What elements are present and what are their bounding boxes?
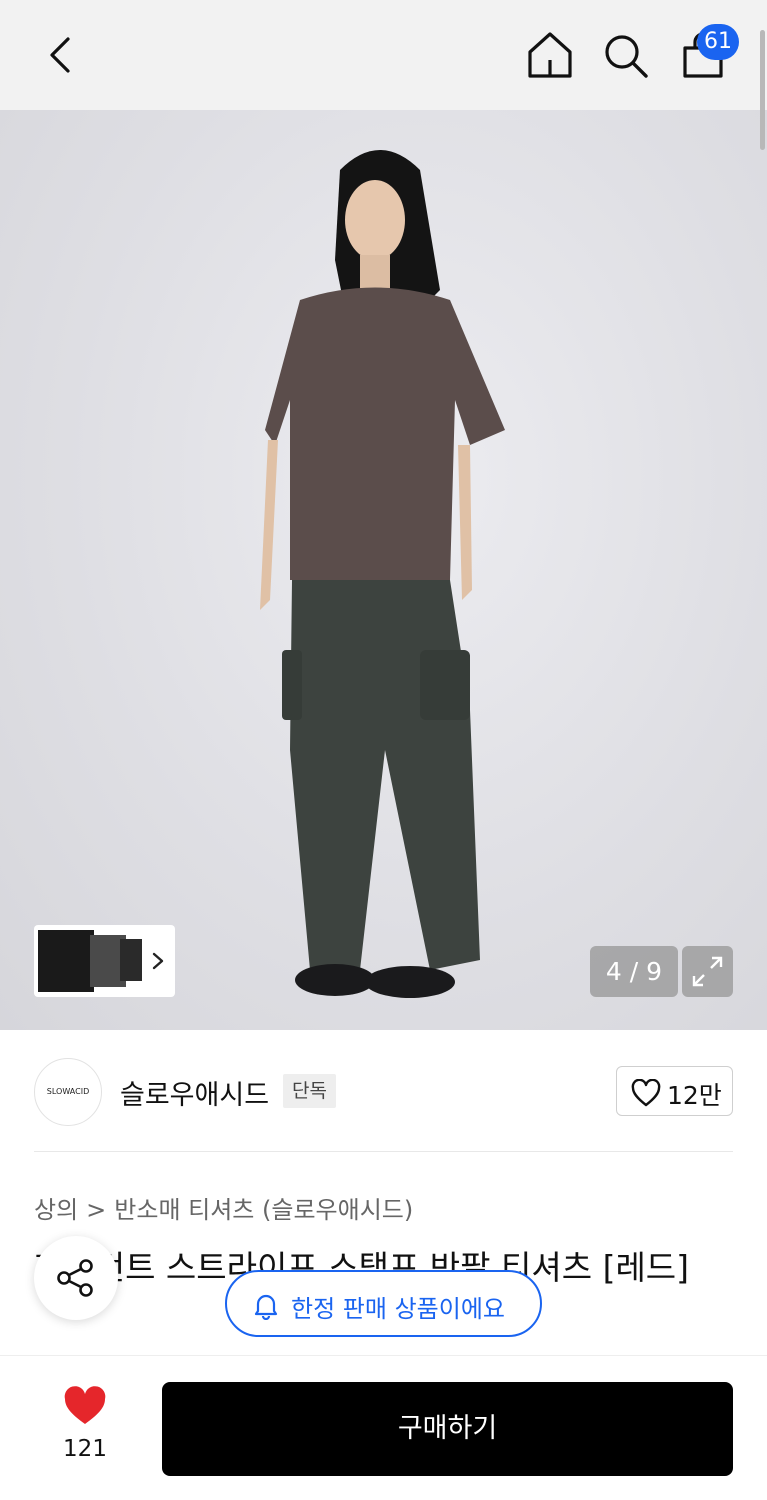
expand-button[interactable]	[682, 946, 733, 997]
cart-count-badge: 61	[697, 24, 739, 60]
heart-filled-icon	[64, 1386, 106, 1424]
breadcrumb-separator: >	[86, 1196, 107, 1224]
limited-sale-text: 한정 판매 상품이에요	[291, 1295, 505, 1323]
limited-sale-badge[interactable]: 한정 판매 상품이에요	[225, 1270, 542, 1337]
breadcrumb-subcategory[interactable]: 반소매 티셔츠 (슬로우애시드)	[114, 1196, 413, 1224]
exclusive-tag: 단독	[283, 1074, 336, 1108]
heart-outline-icon	[631, 1079, 661, 1107]
brand-name[interactable]: 슬로우애시드	[120, 1073, 269, 1112]
brand-like-button[interactable]: 12만	[616, 1066, 733, 1116]
bell-icon	[254, 1294, 278, 1320]
home-button[interactable]	[524, 30, 576, 82]
buy-button[interactable]: 구매하기	[162, 1382, 733, 1476]
back-icon	[50, 37, 70, 73]
wishlist-button[interactable]: 121	[55, 1386, 115, 1466]
brand-like-count: 12만	[667, 1081, 722, 1110]
divider	[34, 1151, 733, 1152]
model-photo	[260, 150, 505, 998]
back-button[interactable]	[40, 33, 84, 77]
bottom-bar: 121 구매하기	[0, 1355, 767, 1500]
chevron-right-icon	[152, 952, 164, 970]
breadcrumb: 상의 > 반소매 티셔츠 (슬로우애시드)	[34, 1190, 413, 1225]
share-icon	[57, 1259, 93, 1297]
top-bar: 61	[0, 0, 767, 110]
thumbnail-image[interactable]	[120, 939, 142, 981]
expand-icon	[692, 956, 723, 987]
search-icon	[605, 35, 648, 78]
scrollbar[interactable]	[760, 30, 765, 150]
home-icon	[528, 32, 572, 78]
search-button[interactable]	[600, 30, 652, 82]
thumbnail-image[interactable]	[38, 930, 94, 992]
thumbnail-strip[interactable]	[34, 925, 175, 997]
brand-logo[interactable]: SLOWACID	[34, 1058, 102, 1126]
breadcrumb-category[interactable]: 상의	[34, 1196, 78, 1224]
image-counter: 4 / 9	[590, 946, 678, 997]
wishlist-count: 121	[63, 1436, 107, 1462]
share-button[interactable]	[34, 1236, 118, 1320]
product-image[interactable]: 4 / 9	[0, 110, 767, 1030]
